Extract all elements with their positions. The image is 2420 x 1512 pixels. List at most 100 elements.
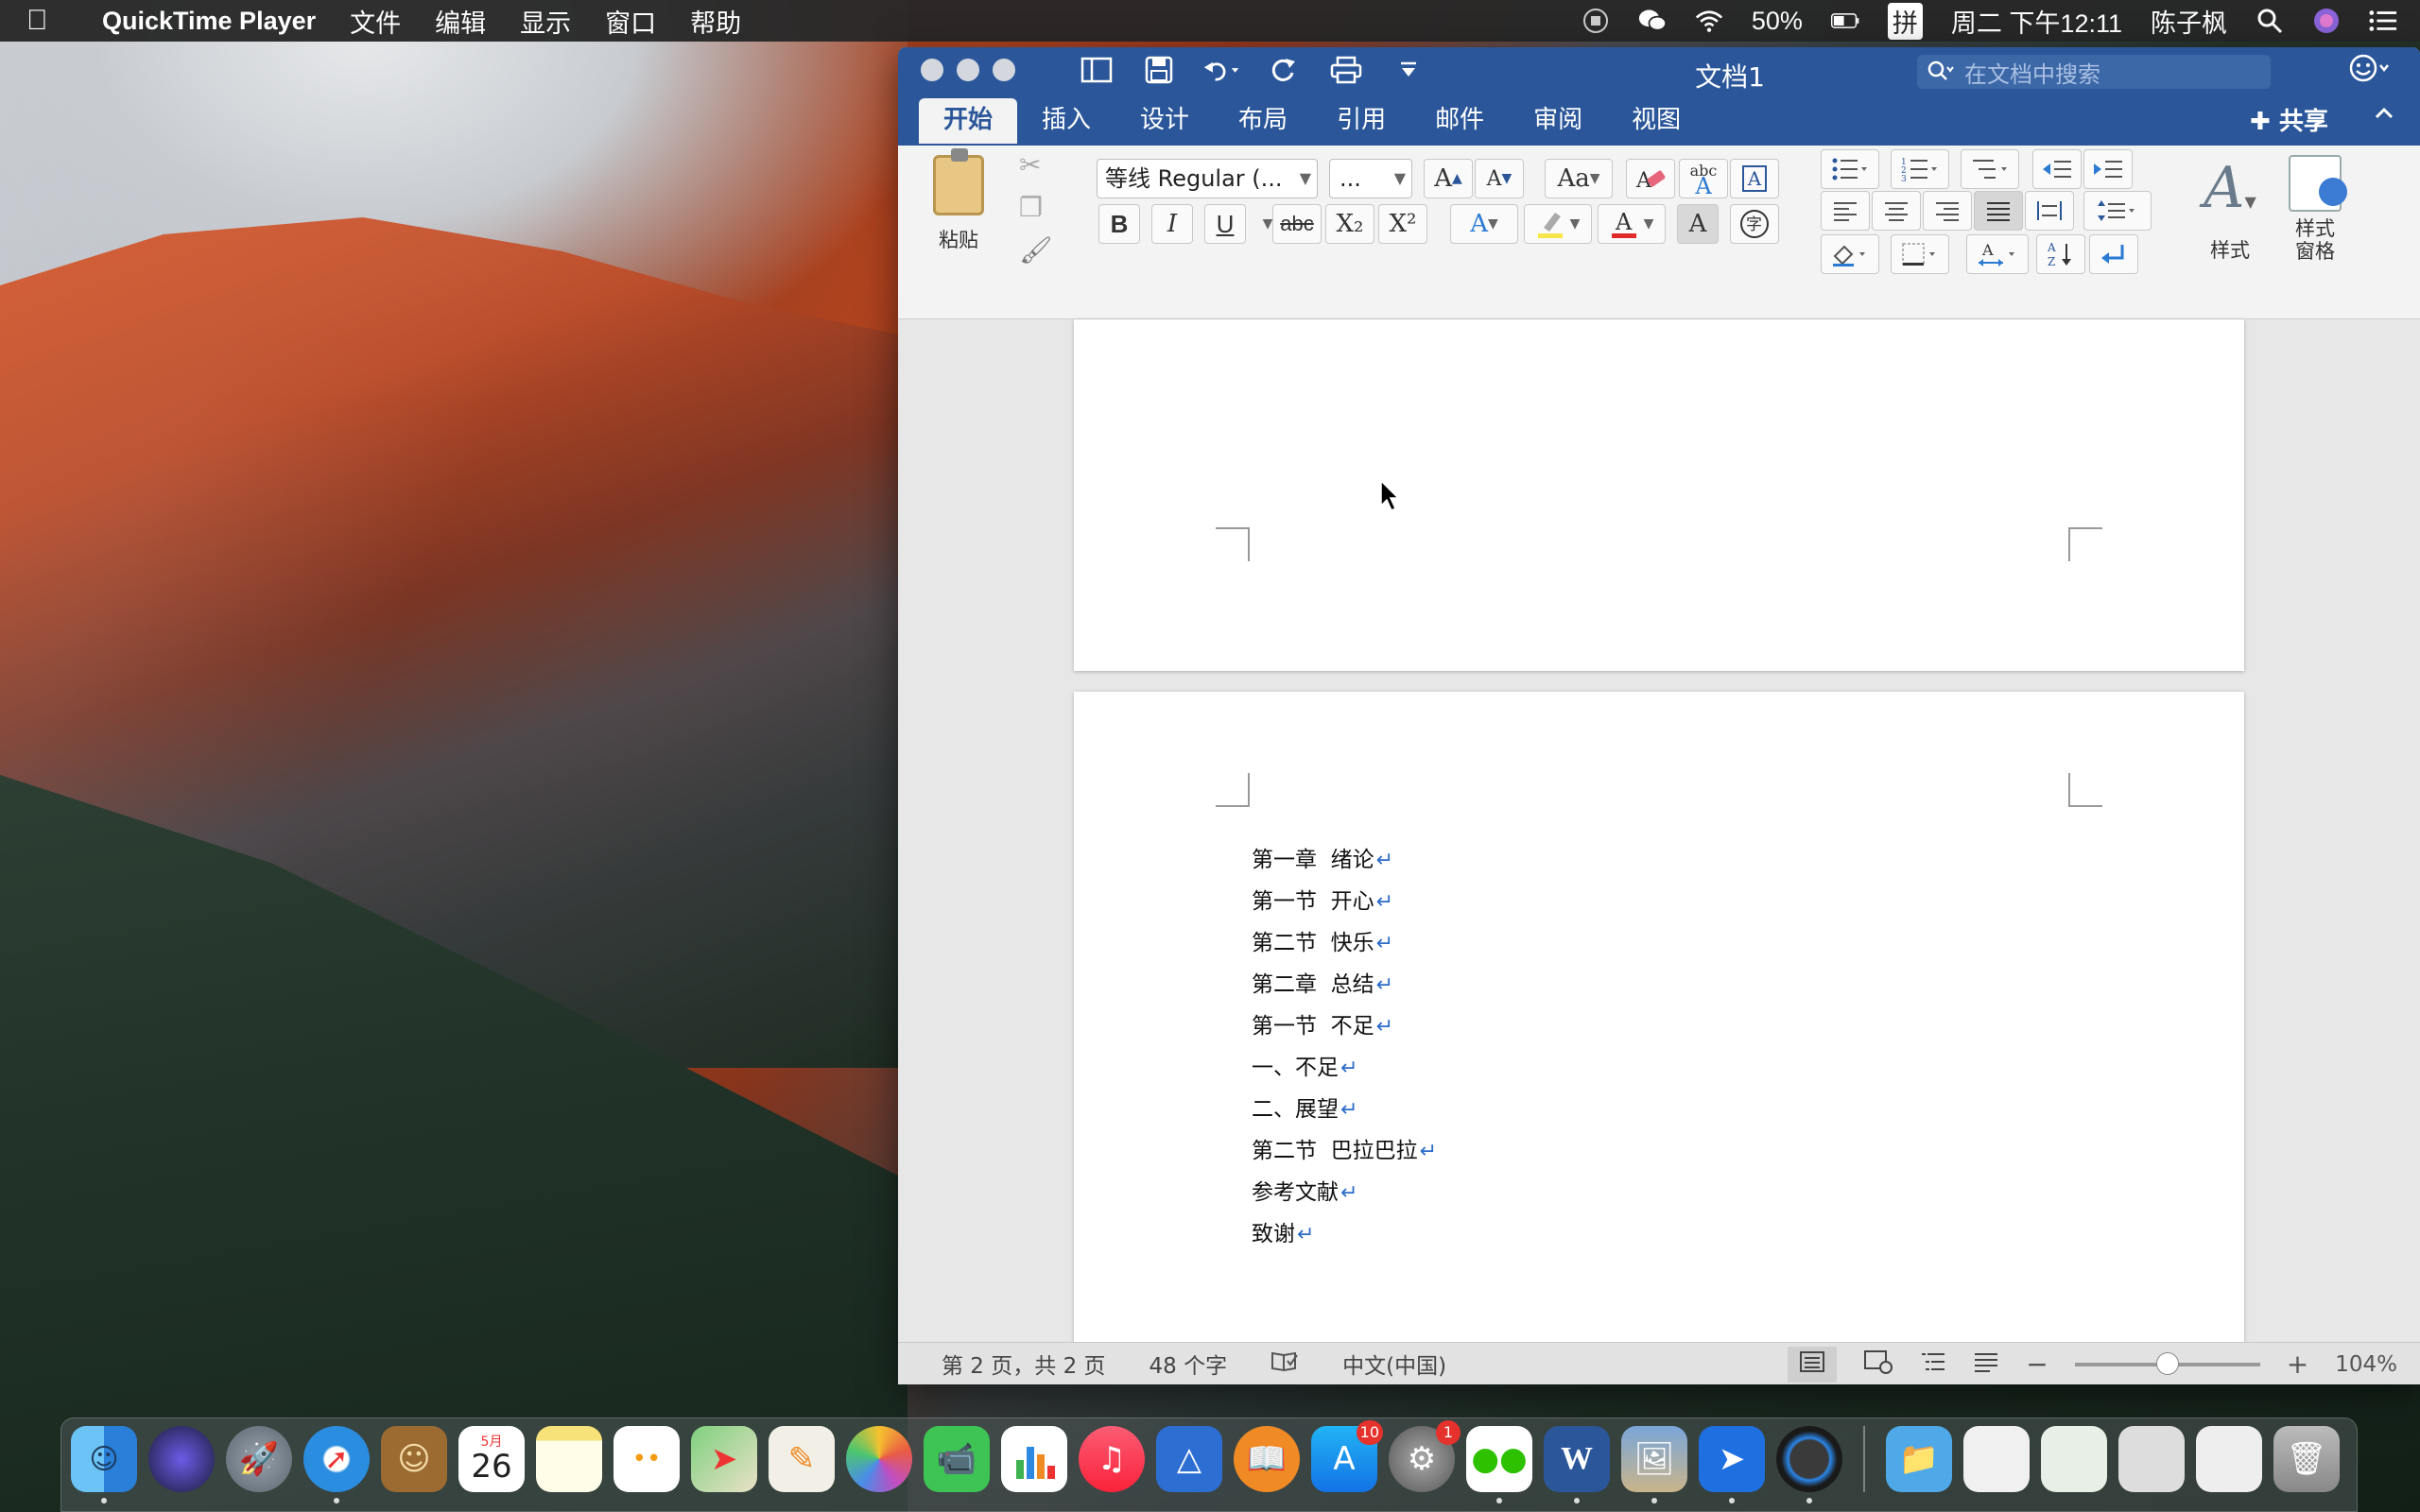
language-indicator[interactable]: 中文(中国) — [1342, 1348, 1446, 1380]
wechat-icon[interactable] — [1638, 7, 1667, 35]
tab-home[interactable]: 开始 — [919, 98, 1018, 144]
trash-icon[interactable]: 🗑 — [2273, 1426, 2340, 1492]
highlight-color-icon[interactable]: ▼ — [1524, 204, 1592, 244]
styles-pane-button[interactable]: 样式 窗格 — [2273, 155, 2358, 263]
record-stop-icon[interactable] — [1582, 7, 1610, 35]
text-effects-abc-icon[interactable]: abc A — [1679, 159, 1728, 198]
save-icon[interactable] — [1140, 53, 1178, 87]
print-icon[interactable] — [1327, 53, 1365, 87]
underline-button[interactable]: U — [1204, 204, 1246, 244]
page-1[interactable] — [1074, 319, 2244, 671]
document-body-text[interactable]: 第一章 绪论↵ 第一节 开心↵ 第二节 快乐↵ 第二章 总结↵ 第一节 不足↵ … — [1252, 839, 1437, 1255]
wifi-icon[interactable] — [1695, 7, 1723, 35]
lark-icon[interactable]: ➤ — [1699, 1426, 1765, 1503]
battery-icon[interactable] — [1830, 7, 1859, 35]
show-formatting-marks-icon[interactable] — [2089, 234, 2138, 274]
siri-dock-icon[interactable] — [148, 1426, 215, 1492]
align-left-icon[interactable] — [1821, 191, 1870, 231]
tab-mailings[interactable]: 邮件 — [1410, 98, 1509, 144]
app-store-icon[interactable]: A 10 — [1311, 1420, 1383, 1492]
word-count[interactable]: 48 个字 — [1150, 1348, 1228, 1380]
word-dock-icon[interactable]: W — [1544, 1426, 1610, 1503]
system-preferences-icon[interactable]: ⚙ 1 — [1389, 1420, 1461, 1492]
paragraph-line[interactable]: 参考文献↵ — [1252, 1172, 1437, 1213]
folder-icon[interactable]: 📁 — [1886, 1426, 1952, 1492]
preview-icon[interactable]: 🖼 — [1621, 1426, 1687, 1503]
numbering-icon[interactable]: 123 — [1891, 149, 1949, 189]
notes-icon[interactable] — [536, 1426, 602, 1492]
collapse-ribbon-icon[interactable] — [2373, 102, 2395, 131]
text-effects-icon[interactable]: A ▼ — [1450, 204, 1518, 244]
paragraph-line[interactable]: 第一节 开心↵ — [1252, 881, 1437, 922]
spreadsheet-stack-icon[interactable] — [2041, 1426, 2107, 1492]
contacts-icon[interactable]: ☺ — [381, 1426, 447, 1492]
customize-toolbar-icon[interactable] — [1390, 53, 1427, 87]
apple-menu-icon[interactable]:  — [26, 5, 79, 37]
bold-button[interactable]: B — [1098, 204, 1140, 244]
clear-formatting-icon[interactable]: A — [1626, 159, 1675, 198]
change-case-icon[interactable]: Aa ▼ — [1545, 159, 1613, 198]
tab-review[interactable]: 审阅 — [1509, 98, 1607, 144]
zoom-out-icon[interactable]: − — [2026, 1349, 2048, 1380]
close-window-button[interactable] — [921, 59, 943, 81]
justify-icon[interactable] — [1974, 191, 2023, 231]
bullets-icon[interactable] — [1821, 149, 1879, 189]
document-canvas[interactable]: 第一章 绪论↵ 第一节 开心↵ 第二节 快乐↵ 第二章 总结↵ 第一节 不足↵ … — [898, 319, 2420, 1384]
sidebar-toggle-icon[interactable] — [1078, 53, 1115, 87]
quicktime-icon[interactable] — [1776, 1426, 1842, 1503]
shading-icon[interactable] — [1821, 234, 1879, 274]
asian-layout-icon[interactable]: A — [1966, 234, 2029, 274]
character-shading-icon[interactable]: A — [1677, 204, 1719, 244]
spotlight-icon[interactable] — [2256, 7, 2284, 35]
calendar-icon[interactable]: 5月 26 — [458, 1426, 525, 1492]
input-method-indicator[interactable]: 拼 — [1887, 2, 1923, 40]
document-stack-icon[interactable] — [1963, 1426, 2030, 1492]
paragraph-line[interactable]: 第一节 不足↵ — [1252, 1005, 1437, 1047]
wechat-dock-icon[interactable]: ●● — [1466, 1426, 1532, 1503]
page-2[interactable]: 第一章 绪论↵ 第一节 开心↵ 第二节 快乐↵ 第二章 总结↵ 第一节 不足↵ … — [1074, 692, 2244, 1384]
safari-icon[interactable]: ➚ — [303, 1426, 370, 1503]
styles-gallery-button[interactable]: A▼ 样式 — [2187, 155, 2273, 264]
font-size-select[interactable]: ... ▼ — [1329, 159, 1412, 198]
paste-button[interactable]: 粘贴 — [921, 148, 996, 253]
document-search-field[interactable]: 在文档中搜索 — [1917, 55, 2271, 89]
subscript-button[interactable]: X₂ — [1325, 204, 1374, 244]
distributed-align-icon[interactable] — [2025, 191, 2074, 231]
superscript-button[interactable]: X² — [1378, 204, 1427, 244]
menu-file[interactable]: 文件 — [350, 3, 401, 40]
music-icon[interactable]: ♫ — [1079, 1426, 1145, 1492]
zoom-slider[interactable] — [2074, 1351, 2260, 1375]
zoom-slider-thumb[interactable] — [2155, 1351, 2179, 1375]
character-border-icon[interactable]: A — [1730, 159, 1779, 198]
outline-view-icon[interactable] — [1920, 1350, 1946, 1379]
menu-view[interactable]: 显示 — [520, 3, 571, 40]
minimize-window-button[interactable] — [957, 59, 979, 81]
share-button[interactable]: ✚ 共享 — [2250, 102, 2328, 137]
paragraph-line[interactable]: 二、展望↵ — [1252, 1089, 1437, 1130]
redo-icon[interactable] — [1265, 53, 1303, 87]
tab-references[interactable]: 引用 — [1312, 98, 1410, 144]
zoom-window-button[interactable] — [993, 59, 1015, 81]
enclose-character-icon[interactable]: 字 — [1730, 204, 1779, 244]
pages-icon[interactable]: ✎ — [769, 1426, 835, 1492]
books-icon[interactable]: 📖 — [1234, 1426, 1300, 1492]
page-count[interactable]: 第 2 页，共 2 页 — [942, 1348, 1106, 1380]
undo-icon[interactable] — [1202, 53, 1240, 87]
paragraph-line[interactable]: 第一章 绪论↵ — [1252, 839, 1437, 881]
tab-design[interactable]: 设计 — [1115, 98, 1214, 144]
siri-icon[interactable] — [2312, 7, 2341, 35]
screenshot-stack-icon[interactable] — [2196, 1426, 2262, 1492]
tab-insert[interactable]: 插入 — [1017, 98, 1115, 144]
font-name-select[interactable]: 等线 Regular (... ▼ — [1097, 159, 1318, 198]
font-color-icon[interactable]: A ▼ — [1598, 204, 1666, 244]
menu-window[interactable]: 窗口 — [605, 3, 656, 40]
launchpad-icon[interactable]: 🚀 — [226, 1426, 292, 1492]
increase-indent-icon[interactable] — [2083, 149, 2133, 189]
menu-edit[interactable]: 编辑 — [435, 3, 486, 40]
copy-icon[interactable]: ❐ — [1019, 192, 1053, 223]
feedback-smiley-icon[interactable] — [2348, 53, 2392, 93]
paragraph-line[interactable]: 第二节 巴拉巴拉↵ — [1252, 1130, 1437, 1172]
line-spacing-icon[interactable] — [2083, 191, 2152, 231]
draft-view-icon[interactable] — [1973, 1350, 1999, 1379]
notification-center-icon[interactable] — [2369, 7, 2397, 35]
